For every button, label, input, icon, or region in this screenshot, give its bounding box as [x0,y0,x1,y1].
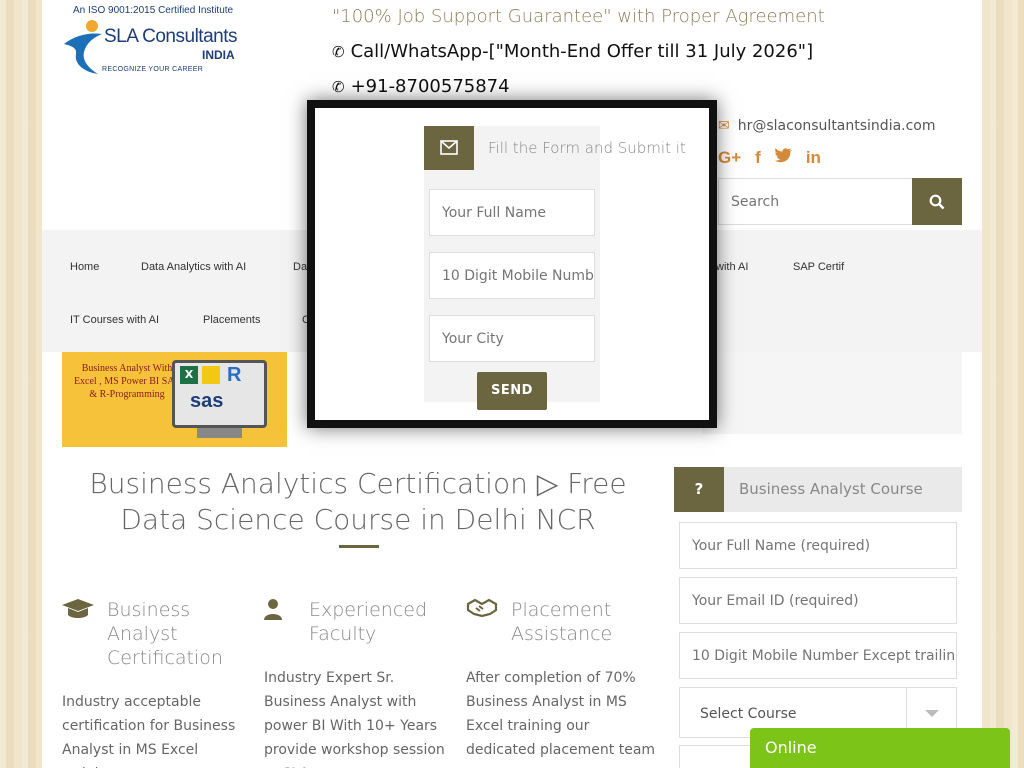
sidebar-mobile-input[interactable] [679,632,957,679]
sidebar-form-header: ? Business Analyst Course [674,467,962,512]
banner-text: Business Analyst With Excel , MS Power B… [73,363,181,400]
iso-certified-text: An ISO 9001:2015 Certified Institute [73,5,234,16]
course-banner[interactable]: Business Analyst With Excel , MS Power B… [62,352,287,447]
call-whatsapp-line[interactable]: ✆ Call/WhatsApp-["Month-End Offer till 31… [332,41,813,62]
online-chat-widget[interactable]: Online [750,728,1010,768]
nav-item-it-courses[interactable]: IT Courses with AI [70,314,159,326]
social-links: G+ f in [718,148,821,168]
page-title: Business Analytics Certification ▷ Free … [89,467,627,536]
nav-item-with-ai[interactable]: with AI [716,261,748,273]
title-divider [339,545,379,548]
feature-certification: Business Analyst Certification Industry … [62,598,252,768]
brand-sub: INDIA [202,48,235,62]
site-logo[interactable]: SLA Consultants INDIA RECOGNIZE YOUR CAR… [62,18,252,80]
search-icon [929,194,945,209]
nav-item-home[interactable]: Home [70,261,99,273]
feature-body: Industry acceptable certification for Bu… [62,694,236,768]
facebook-icon[interactable]: f [755,148,761,168]
feature-body: After completion of 70% Business Analyst… [466,670,656,768]
user-icon [264,598,282,626]
phone-number: +91-8700575874 [350,76,510,97]
sidebar-email-input[interactable] [679,577,957,624]
popup-form: Fill the Form and Submit it SEND [424,126,686,410]
handshake-icon [466,598,498,624]
brand-tagline: RECOGNIZE YOUR CAREER [102,66,204,73]
feature-body: Industry Expert Sr. Business Analyst wit… [264,670,445,768]
brand-name: SLA Consultants [104,26,237,47]
r-logo-icon: R [227,364,242,386]
linkedin-icon[interactable]: in [806,148,821,168]
feature-heading: Experienced Faculty [309,599,428,645]
question-icon: ? [674,467,724,512]
envelope-icon [424,126,474,170]
phone-icon: ✆ [332,43,345,61]
send-button[interactable]: SEND [477,372,547,410]
search-input[interactable] [718,178,912,225]
nav-item-placements[interactable]: Placements [203,314,260,326]
popup-name-input[interactable] [429,189,595,236]
popup-city-input[interactable] [429,315,595,362]
feature-placement: Placement Assistance After completion of… [466,598,656,768]
popup-form-title: Fill the Form and Submit it [488,139,686,157]
email-address: hr@slaconsultantsindia.com [737,118,936,134]
guarantee-text: "100% Job Support Guarantee" with Proper… [332,6,825,27]
popup-modal: Fill the Form and Submit it SEND [307,100,717,428]
power-bi-icon [202,366,220,384]
email-line[interactable]: ✉ hr@slaconsultantsindia.com [718,118,936,134]
popup-form-header: Fill the Form and Submit it [424,126,686,170]
course-select-value: Select Course [700,706,797,722]
nav-item-data-truncated[interactable]: Da [293,261,307,273]
sidebar-form-title: Business Analyst Course [739,480,923,498]
excel-icon: X [180,366,198,384]
monitor-stand [197,428,242,438]
graduation-cap-icon [62,598,94,628]
search-bar [718,178,962,225]
envelope-icon: ✉ [718,118,730,134]
sidebar-full-name-input[interactable] [679,522,957,569]
phone-icon: ✆ [332,78,345,96]
feature-faculty: Experienced Faculty Industry Expert Sr. … [264,598,454,768]
search-button[interactable] [912,178,962,225]
twitter-icon[interactable] [774,148,792,168]
phone-number-line[interactable]: ✆ +91-8700575874 [332,76,510,97]
nav-item-data-analytics[interactable]: Data Analytics with AI [141,261,246,273]
google-plus-icon[interactable]: G+ [718,148,741,168]
banner-strip [702,352,962,434]
logo-figure-icon [64,20,102,74]
call-text: Call/WhatsApp-["Month-End Offer till 31 … [350,41,814,62]
sas-logo: sas [190,390,224,412]
popup-mobile-input[interactable] [429,252,595,299]
nav-item-sap[interactable]: SAP Certif [793,261,844,273]
